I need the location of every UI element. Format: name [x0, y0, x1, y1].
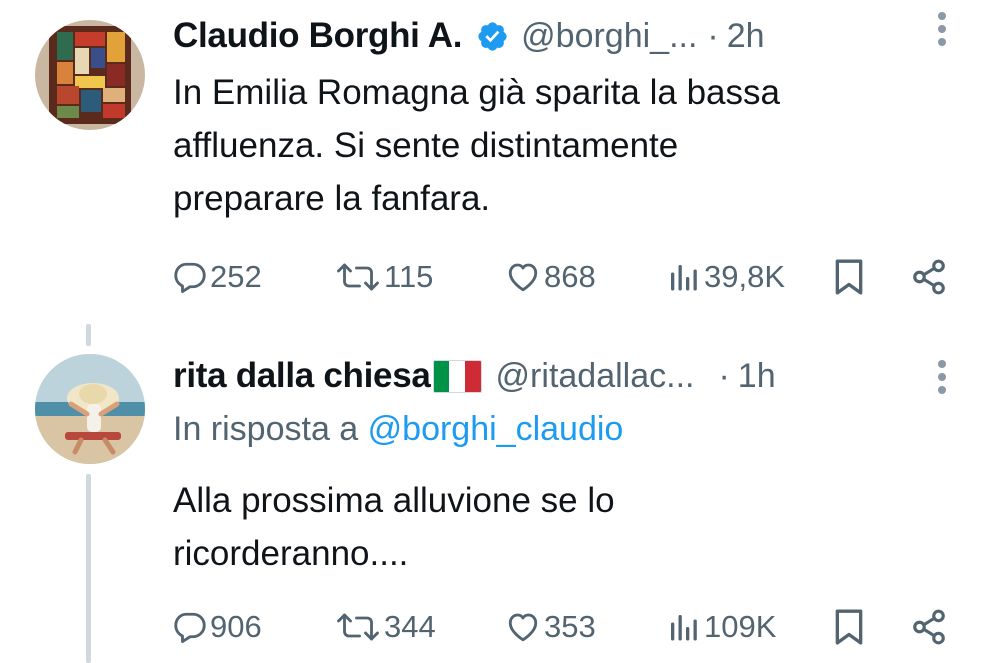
- timestamp[interactable]: 1h: [738, 357, 776, 396]
- heart-icon: [508, 613, 538, 642]
- speech-bubble-icon: [174, 612, 206, 643]
- tweet-text-line: In Emilia Romagna già sparita la bassa: [173, 73, 780, 112]
- share-button[interactable]: [910, 252, 948, 302]
- share-icon: [913, 259, 945, 295]
- tweet-text-line: ricorderanno....: [173, 534, 409, 573]
- bookmark-button[interactable]: [832, 602, 866, 652]
- display-name[interactable]: Claudio Borghi A.: [173, 16, 462, 56]
- reply-button[interactable]: 252: [172, 252, 262, 302]
- italy-flag-icon: [432, 359, 482, 393]
- reply-count: 906: [210, 609, 262, 644]
- reply-context: In risposta a @borghi_claudio: [173, 410, 623, 449]
- views-button[interactable]: 109K: [664, 602, 776, 652]
- action-bar: 252 115 868 39,8K: [170, 252, 980, 302]
- bookmark-button[interactable]: [832, 252, 866, 302]
- tweet-header: rita dalla chiesa @ritadallac... · 1h: [173, 354, 776, 398]
- views-button[interactable]: 39,8K: [664, 252, 785, 302]
- share-button[interactable]: [910, 602, 948, 652]
- bookmark-icon: [835, 259, 863, 295]
- retweet-count: 344: [384, 609, 436, 644]
- action-bar: 906 344 353 109K: [170, 602, 980, 652]
- views-count: 109K: [704, 609, 777, 644]
- verified-badge-icon: [476, 20, 509, 53]
- like-button[interactable]: 868: [504, 252, 596, 302]
- tweet-text: Alla prossima alluvione se lo ricorderan…: [173, 474, 933, 580]
- retweet-icon: [337, 613, 379, 641]
- like-button[interactable]: 353: [504, 602, 596, 652]
- share-icon: [913, 609, 945, 645]
- thread-line: [86, 474, 91, 663]
- speech-bubble-icon: [174, 262, 206, 293]
- avatar[interactable]: [35, 20, 145, 130]
- user-handle[interactable]: @ritadallac...: [496, 357, 695, 396]
- retweet-button[interactable]: 115: [334, 252, 433, 302]
- separator-dot: ·: [707, 16, 719, 55]
- like-count: 353: [544, 609, 596, 644]
- retweet-icon: [337, 263, 379, 291]
- heart-icon: [508, 263, 538, 292]
- user-handle[interactable]: @borghi_...: [521, 17, 697, 56]
- tweet-claudio-borghi[interactable]: Claudio Borghi A. @borghi_... · 2h In Em…: [0, 0, 1000, 346]
- reply-to-mention-link[interactable]: @borghi_claudio: [368, 410, 624, 448]
- avatar[interactable]: [35, 354, 145, 464]
- display-name[interactable]: rita dalla chiesa: [173, 356, 431, 396]
- timestamp[interactable]: 2h: [727, 17, 765, 56]
- bookmark-icon: [835, 609, 863, 645]
- separator-dot: ·: [718, 356, 730, 395]
- retweet-count: 115: [384, 259, 434, 294]
- views-count: 39,8K: [704, 259, 786, 294]
- bar-chart-icon: [671, 615, 697, 641]
- like-count: 868: [544, 259, 596, 294]
- tweet-text-line: preparare la fanfara.: [173, 179, 491, 218]
- bar-chart-icon: [671, 265, 697, 291]
- tweet-text-line: Alla prossima alluvione se lo: [173, 481, 615, 520]
- tweet-text: In Emilia Romagna già sparita la bassa a…: [173, 66, 933, 225]
- tweet-rita-dalla-chiesa[interactable]: rita dalla chiesa @ritadallac... · 1h In…: [0, 330, 1000, 663]
- tweet-header: Claudio Borghi A. @borghi_... · 2h: [173, 14, 765, 58]
- more-vertical-icon[interactable]: [934, 12, 950, 56]
- tweet-text-line: affluenza. Si sente distintamente: [173, 126, 679, 165]
- reply-button[interactable]: 906: [172, 602, 262, 652]
- more-vertical-icon[interactable]: [934, 360, 950, 404]
- retweet-button[interactable]: 344: [334, 602, 436, 652]
- reply-prefix: In risposta a: [173, 410, 368, 448]
- reply-count: 252: [210, 259, 262, 294]
